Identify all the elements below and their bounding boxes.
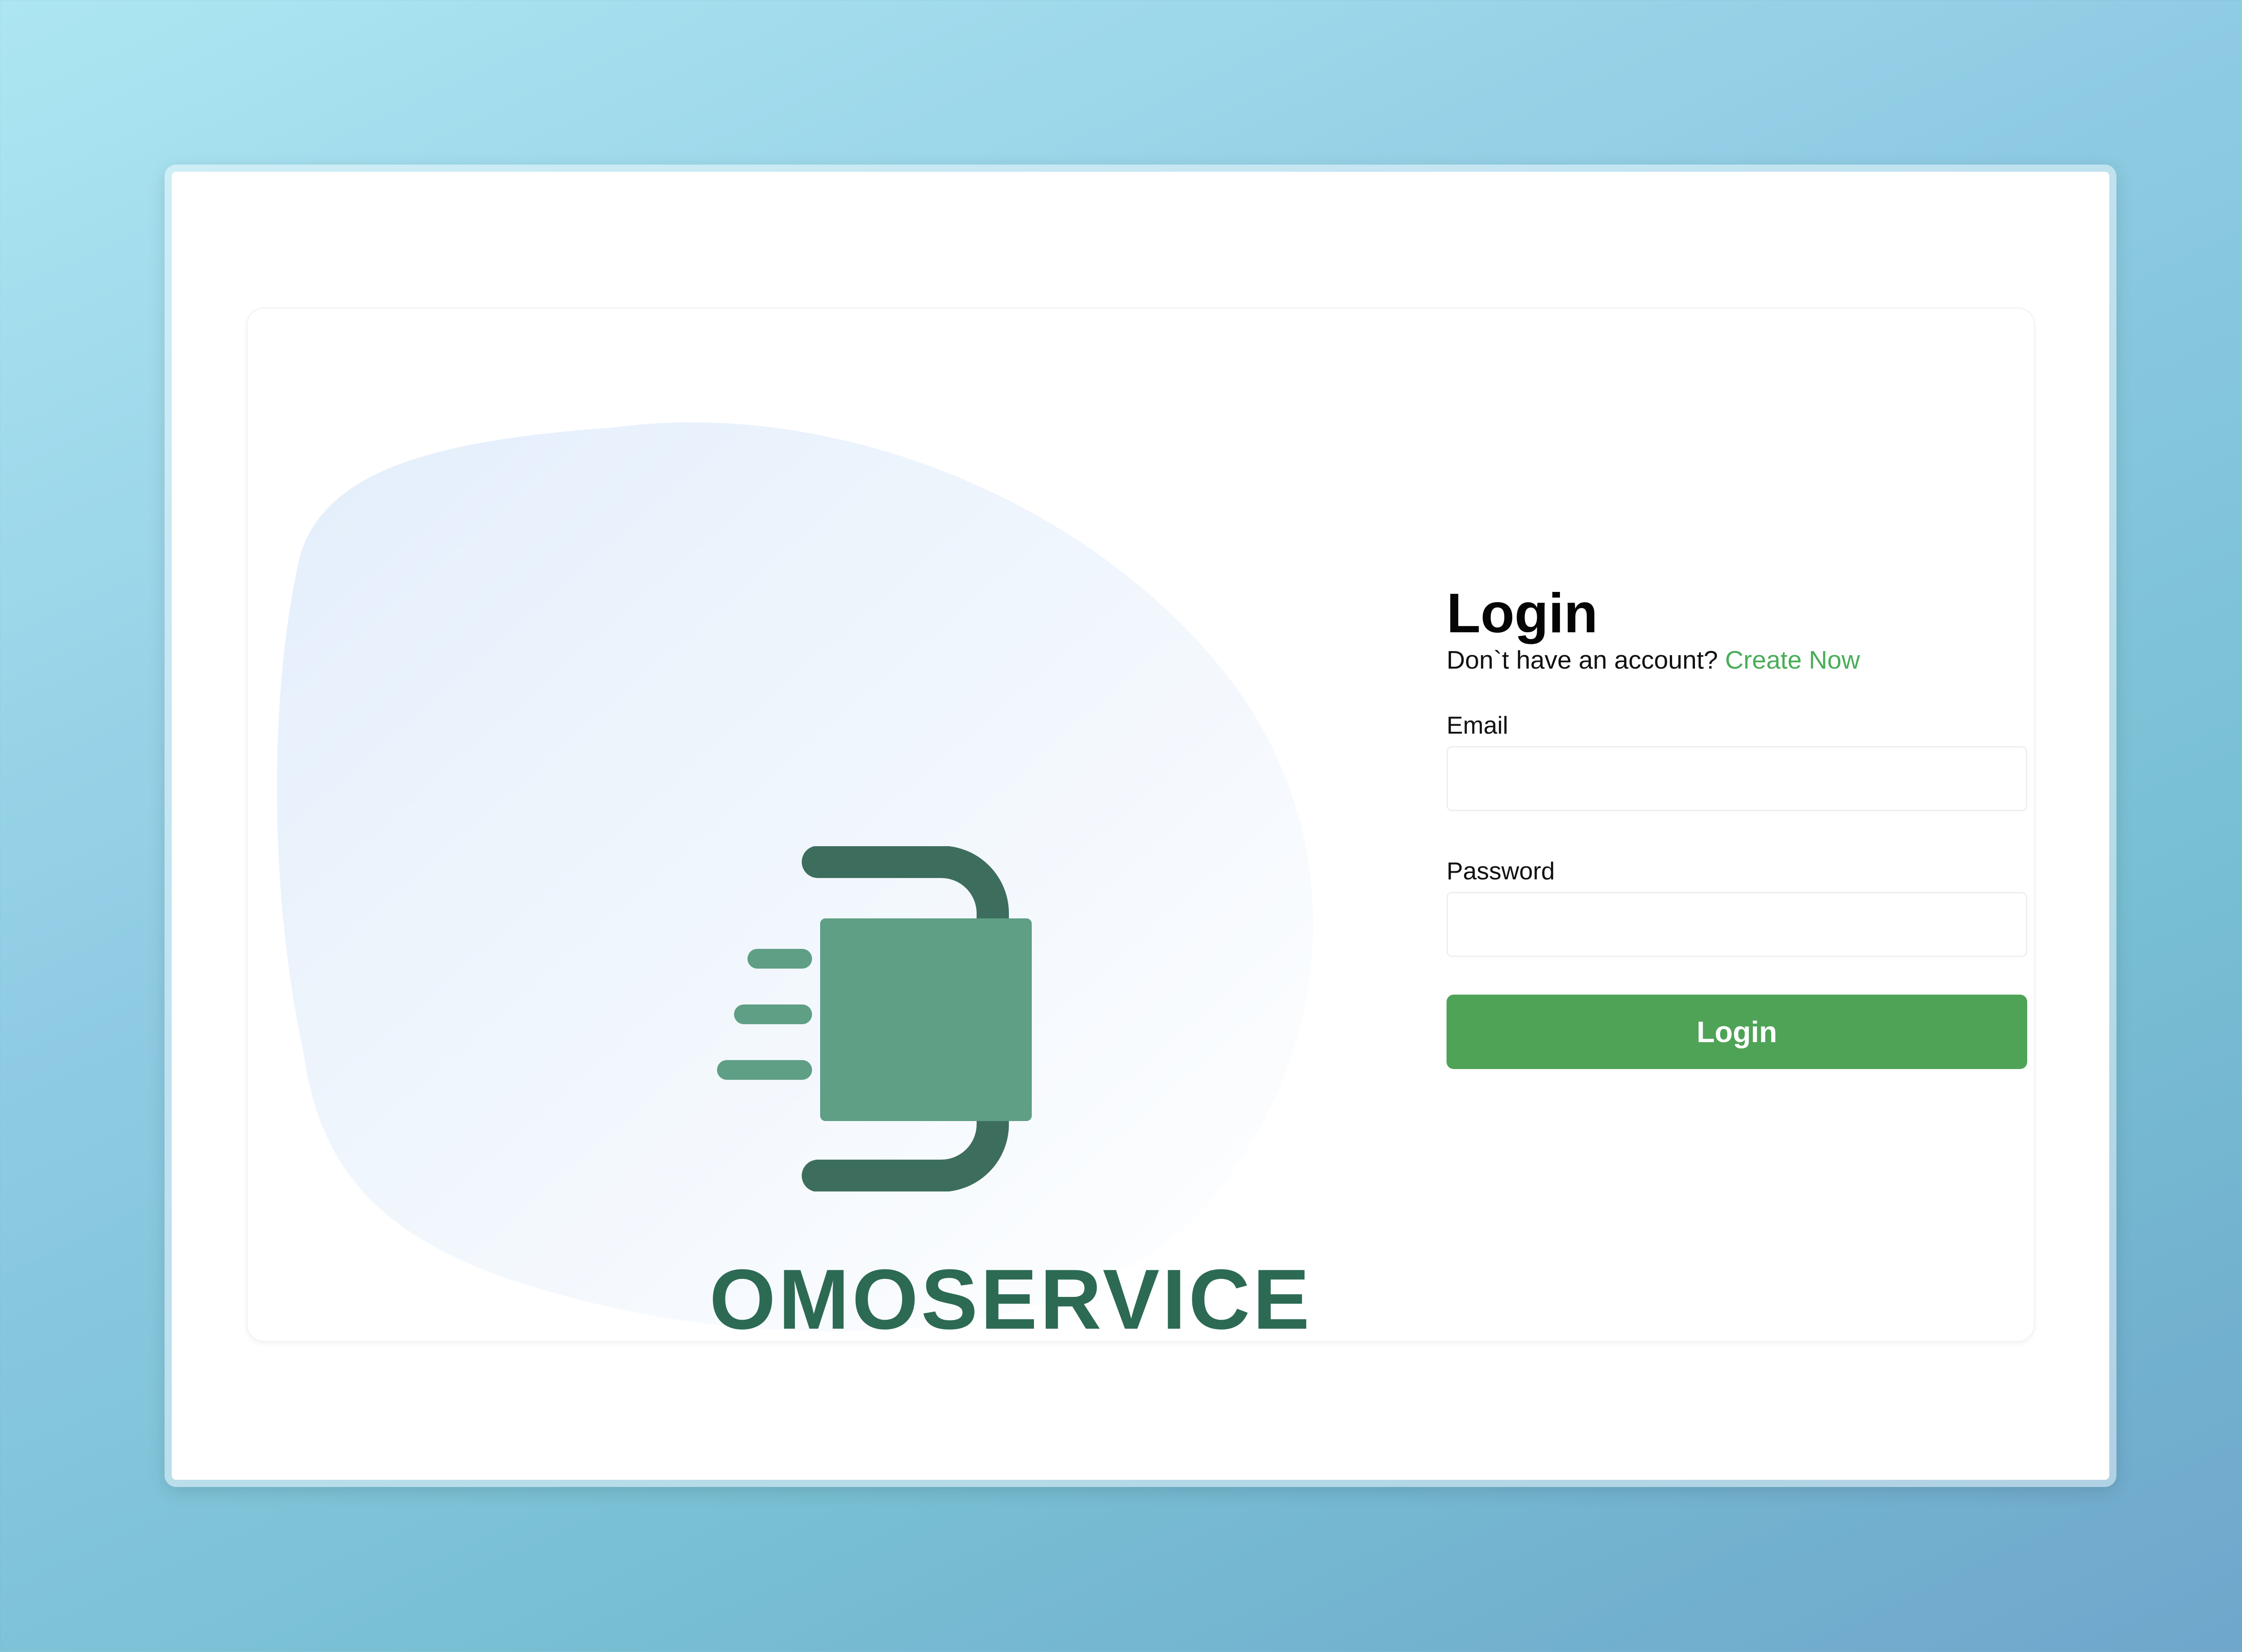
logo-square-shape [820,918,1032,1121]
app-window: OMOSERVICE Login Don`t have an account? … [172,172,2109,1480]
login-form: Login Don`t have an account? Create Now … [1447,578,2027,1069]
email-group: Email [1447,713,2027,811]
email-label: Email [1447,711,1508,739]
omoservice-logo-icon [717,846,1032,1191]
login-button[interactable]: Login [1447,995,2027,1069]
password-field[interactable] [1447,892,2027,957]
password-label: Password [1447,857,1555,885]
window-frame: OMOSERVICE Login Don`t have an account? … [165,165,2116,1487]
login-card: OMOSERVICE Login Don`t have an account? … [246,307,2035,1342]
brand-name: OMOSERVICE [709,1252,1312,1342]
password-group: Password [1447,859,2027,957]
email-field[interactable] [1447,746,2027,811]
login-title: Login [1447,583,1598,644]
signup-prompt-line: Don`t have an account? Create Now [1447,645,2027,676]
create-account-link[interactable]: Create Now [1725,646,1860,674]
signup-prompt: Don`t have an account? [1447,646,1718,674]
